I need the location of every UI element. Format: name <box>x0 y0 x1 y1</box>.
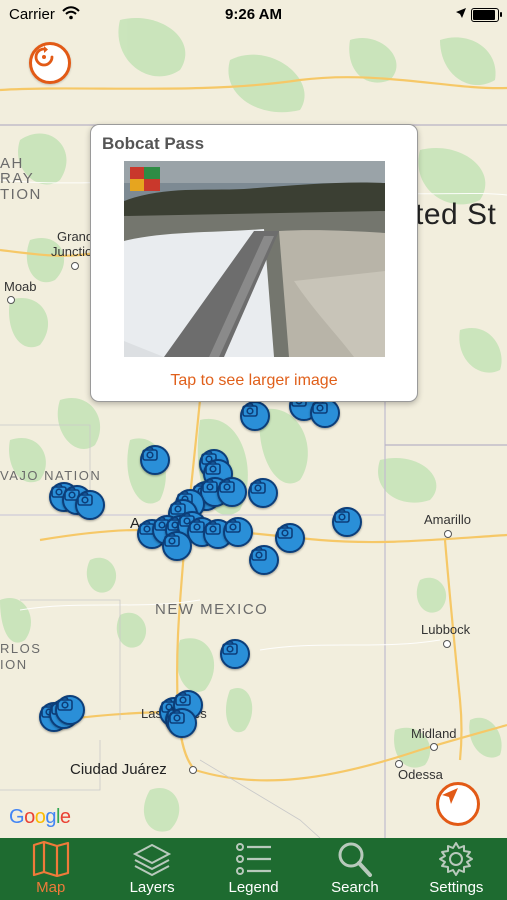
map-label-ciudad-juarez: Ciudad Juárez <box>70 761 167 778</box>
map-icon <box>32 841 69 877</box>
map-label-grand: Grand <box>57 229 94 244</box>
camera-icon <box>250 480 266 494</box>
camera-icon <box>334 509 350 523</box>
tab-label-layers: Layers <box>129 879 175 896</box>
status-bar: Carrier 9:26 AM <box>0 0 507 28</box>
map-label-ion: ION <box>0 657 28 672</box>
camera-snapshot[interactable] <box>124 161 385 357</box>
tab-settings[interactable]: Settings <box>406 838 507 900</box>
camera-pin[interactable] <box>55 695 85 725</box>
tab-label-settings: Settings <box>429 879 484 896</box>
camera-pin[interactable] <box>162 531 192 561</box>
camera-icon <box>57 697 73 711</box>
tab-legend[interactable]: Legend <box>203 838 304 900</box>
camera-pin[interactable] <box>240 401 270 431</box>
map-label-odessa: Odessa <box>398 767 443 782</box>
tap-larger-image-link[interactable]: Tap to see larger image <box>91 372 417 390</box>
camera-pin[interactable] <box>140 445 170 475</box>
refresh-icon <box>34 46 54 67</box>
camera-icon <box>251 547 267 561</box>
map-label-amarillo: Amarillo <box>424 512 471 527</box>
my-location-button[interactable] <box>436 782 480 826</box>
google-logo: Google <box>9 806 71 828</box>
camera-pin[interactable] <box>220 639 250 669</box>
tab-label-map: Map <box>36 879 66 896</box>
camera-pin[interactable] <box>332 507 362 537</box>
camera-icon <box>77 492 93 506</box>
location-services-icon <box>455 6 467 23</box>
camera-pin[interactable] <box>310 398 340 428</box>
clock: 9:26 AM <box>225 6 282 23</box>
refresh-button[interactable] <box>29 42 71 84</box>
map-label-lubbock: Lubbock <box>421 622 471 637</box>
camera-pin[interactable] <box>223 517 253 547</box>
camera-icon <box>169 710 185 724</box>
camera-icon <box>225 519 241 533</box>
map-label-navajo-nation: VAJO NATION <box>0 468 102 483</box>
tab-search[interactable]: Search <box>304 838 405 900</box>
gear-icon <box>439 842 474 876</box>
camera-pin[interactable] <box>217 477 247 507</box>
camera-pin[interactable] <box>248 478 278 508</box>
list-icon <box>235 843 271 875</box>
camera-icon <box>277 525 293 539</box>
tab-layers[interactable]: Layers <box>101 838 202 900</box>
camera-pin[interactable] <box>167 708 197 738</box>
battery-icon <box>471 8 502 22</box>
tab-bar: Map Layers Legend Search Settings <box>0 838 507 900</box>
city-dot-ciudad-juarez <box>189 766 197 774</box>
map-label-united-states: ted St <box>415 198 497 231</box>
map-label-utah-3: TION <box>0 186 42 203</box>
camera-icon <box>175 692 191 706</box>
city-dot-grand-junction <box>71 262 79 270</box>
camera-title: Bobcat Pass <box>102 134 205 153</box>
camera-icon <box>202 479 218 493</box>
camera-popup[interactable]: Bobcat Pass Tap to see larger image <box>90 124 418 402</box>
map-label-moab: Moab <box>4 279 37 294</box>
city-dot-moab <box>7 296 15 304</box>
navigation-arrow-icon <box>442 788 458 804</box>
camera-pin[interactable] <box>75 490 105 520</box>
layers-icon <box>132 843 172 877</box>
city-dot-lubbock <box>443 640 451 648</box>
tab-label-search: Search <box>331 879 379 896</box>
camera-pin[interactable] <box>249 545 279 575</box>
map-label-utah-2: RAY <box>0 170 35 187</box>
camera-icon <box>219 479 235 493</box>
city-dot-midland <box>430 743 438 751</box>
camera-icon <box>222 641 238 655</box>
camera-icon <box>312 400 328 414</box>
tab-label-legend: Legend <box>228 879 279 896</box>
camera-pin[interactable] <box>275 523 305 553</box>
map-label-midland: Midland <box>411 726 457 741</box>
city-dot-amarillo <box>444 530 452 538</box>
camera-icon <box>205 461 221 475</box>
camera-icon <box>164 533 180 547</box>
camera-icon <box>142 447 158 461</box>
tab-map[interactable]: Map <box>0 838 101 900</box>
camera-icon <box>205 521 221 535</box>
search-icon <box>338 842 372 877</box>
camera-icon <box>242 403 258 417</box>
map-label-rlos: RLOS <box>0 641 42 656</box>
map-label-new-mexico: NEW MEXICO <box>155 601 269 618</box>
city-dot-odessa <box>395 760 403 768</box>
